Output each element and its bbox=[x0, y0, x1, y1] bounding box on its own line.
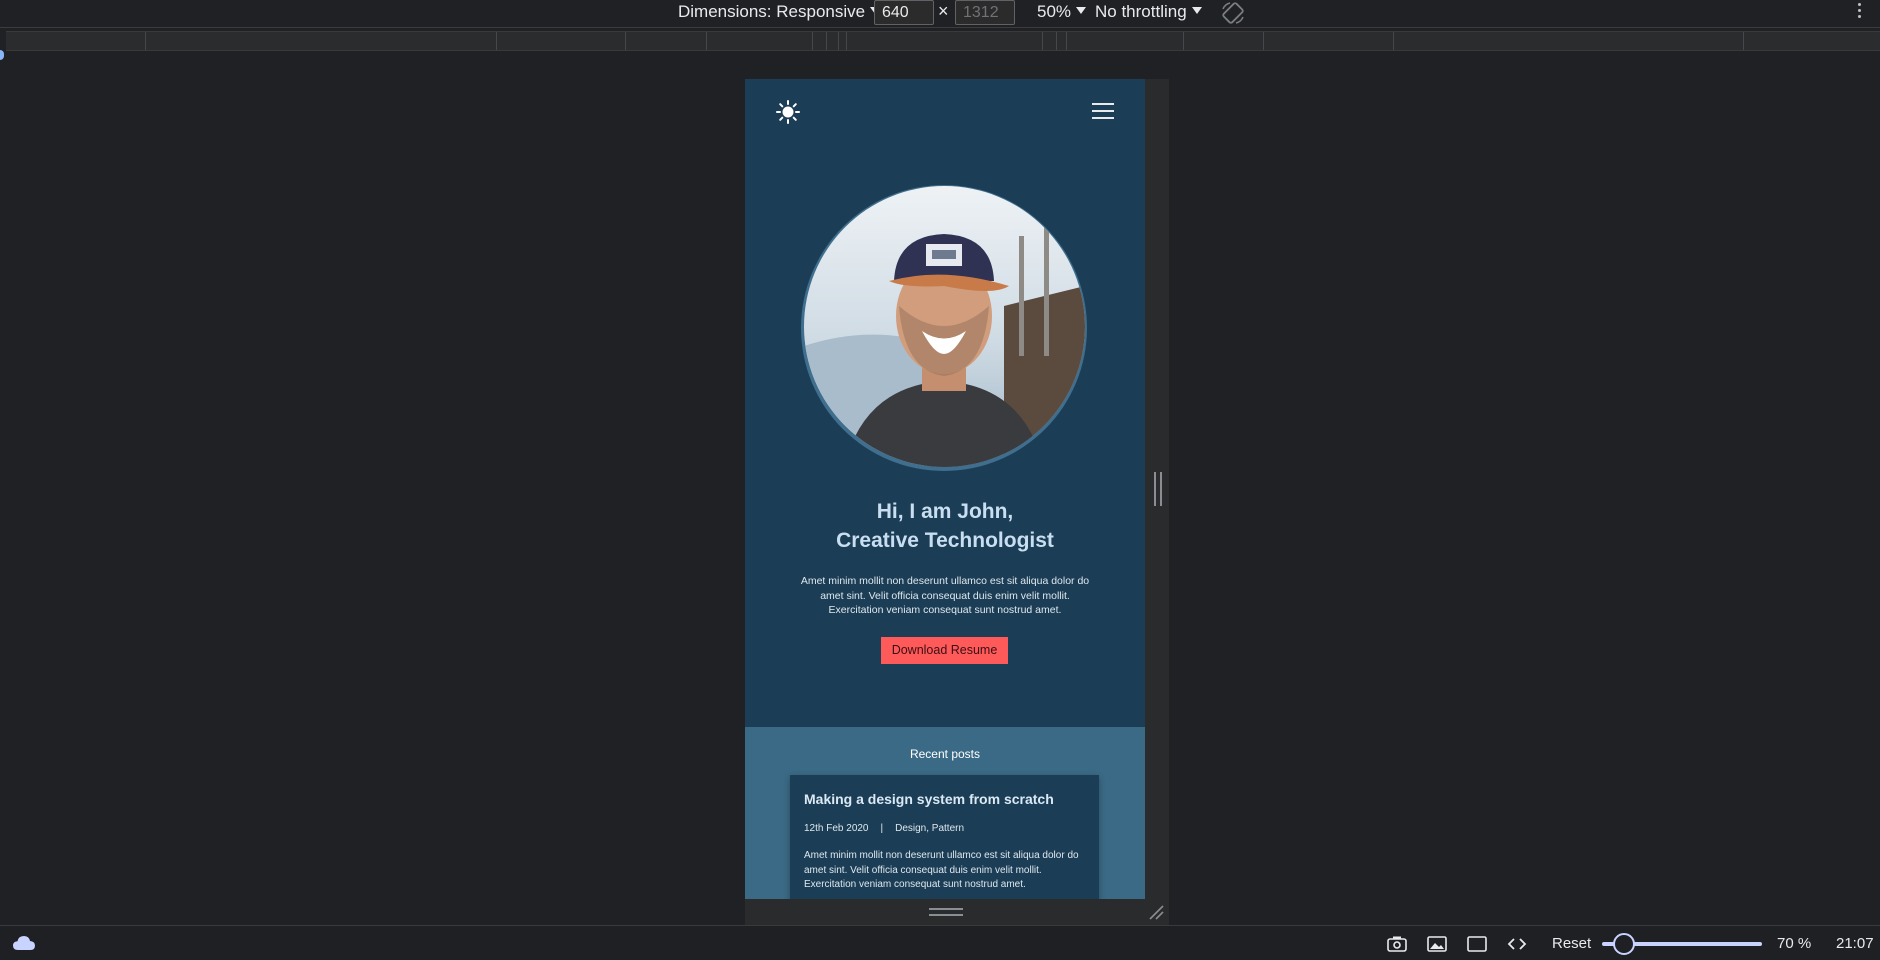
media-query-segment[interactable] bbox=[1183, 32, 1184, 50]
window-icon[interactable] bbox=[1466, 934, 1488, 954]
throttling-label: No throttling bbox=[1095, 2, 1187, 21]
media-query-segment[interactable] bbox=[496, 32, 497, 50]
sun-icon[interactable] bbox=[775, 99, 801, 125]
resize-grip-bottom[interactable] bbox=[929, 908, 963, 916]
side-indicator bbox=[0, 50, 4, 60]
hero-description: Amet minim mollit non deserunt ullamco e… bbox=[800, 575, 1090, 616]
zoom-slider-thumb[interactable] bbox=[1613, 933, 1635, 955]
media-query-segment[interactable] bbox=[1056, 32, 1057, 50]
media-query-segment[interactable] bbox=[1743, 32, 1744, 50]
media-query-segment[interactable] bbox=[1393, 32, 1394, 50]
image-icon[interactable] bbox=[1426, 934, 1448, 954]
media-query-segment[interactable] bbox=[812, 32, 813, 50]
resize-corner-icon[interactable] bbox=[1148, 904, 1164, 920]
post-meta-separator: | bbox=[880, 823, 884, 834]
recent-posts-section: Recent posts Making a design system from… bbox=[745, 727, 1145, 899]
post-title[interactable]: Making a design system from scratch bbox=[804, 791, 1054, 807]
code-icon[interactable] bbox=[1506, 934, 1528, 954]
cloud-icon[interactable] bbox=[12, 934, 36, 952]
chevron-down-icon bbox=[1191, 7, 1202, 14]
post-date: 12th Feb 2020 bbox=[804, 823, 869, 834]
post-excerpt: Amet minim mollit non deserunt ullamco e… bbox=[804, 850, 1079, 890]
media-query-segment[interactable] bbox=[1066, 32, 1067, 50]
dimensions-label: Dimensions: Responsive bbox=[678, 2, 866, 21]
reset-button[interactable]: Reset bbox=[1552, 935, 1591, 952]
media-query-segment[interactable] bbox=[846, 32, 847, 50]
hero-title: Hi, I am John, Creative Technologist bbox=[745, 497, 1145, 555]
width-input[interactable]: 640 bbox=[874, 0, 934, 25]
resize-grip-right[interactable] bbox=[1154, 472, 1162, 506]
avatar bbox=[804, 186, 1085, 467]
more-options-icon[interactable] bbox=[1858, 3, 1862, 21]
clock: 21:07 bbox=[1836, 935, 1874, 952]
hero-title-line2: Creative Technologist bbox=[836, 529, 1054, 552]
recent-posts-heading: Recent posts bbox=[909, 747, 981, 761]
chevron-down-icon bbox=[1076, 7, 1087, 14]
throttling-dropdown[interactable]: No throttling bbox=[1095, 0, 1202, 24]
media-query-segment[interactable] bbox=[706, 32, 707, 50]
media-query-segment[interactable] bbox=[838, 32, 839, 50]
device-toolbar: Dimensions: Responsive 640 × 1312 50% No… bbox=[0, 0, 1880, 28]
bottom-taskbar: Reset 70 % 21:07 bbox=[0, 925, 1880, 960]
height-input[interactable]: 1312 bbox=[955, 0, 1015, 25]
media-query-bar[interactable] bbox=[6, 31, 1880, 51]
zoom-label: 50% bbox=[1037, 2, 1072, 21]
device-viewport: Hi, I am John, Creative Technologist Ame… bbox=[745, 79, 1145, 899]
profile-photo bbox=[804, 186, 1085, 467]
rotate-icon[interactable] bbox=[1220, 0, 1246, 26]
media-query-segment[interactable] bbox=[145, 32, 146, 50]
post-card[interactable]: Making a design system from scratch 12th… bbox=[790, 775, 1099, 899]
download-resume-button[interactable]: Download Resume bbox=[881, 637, 1008, 664]
hamburger-menu-icon[interactable] bbox=[1092, 103, 1114, 119]
dimension-separator: × bbox=[938, 1, 949, 21]
media-query-segment[interactable] bbox=[625, 32, 626, 50]
dimensions-dropdown[interactable]: Dimensions: Responsive bbox=[678, 0, 881, 24]
post-tags: Design, Pattern bbox=[895, 823, 965, 834]
media-query-segment[interactable] bbox=[1042, 32, 1043, 50]
hero-title-line1: Hi, I am John, bbox=[876, 500, 1014, 523]
media-query-segment[interactable] bbox=[1263, 32, 1264, 50]
camera-icon[interactable] bbox=[1386, 934, 1408, 954]
post-meta: 12th Feb 2020 | Design, Pattern bbox=[804, 823, 964, 834]
zoom-dropdown[interactable]: 50% bbox=[1037, 0, 1087, 24]
media-query-segment[interactable] bbox=[826, 32, 827, 50]
zoom-percent: 70 % bbox=[1777, 935, 1812, 952]
